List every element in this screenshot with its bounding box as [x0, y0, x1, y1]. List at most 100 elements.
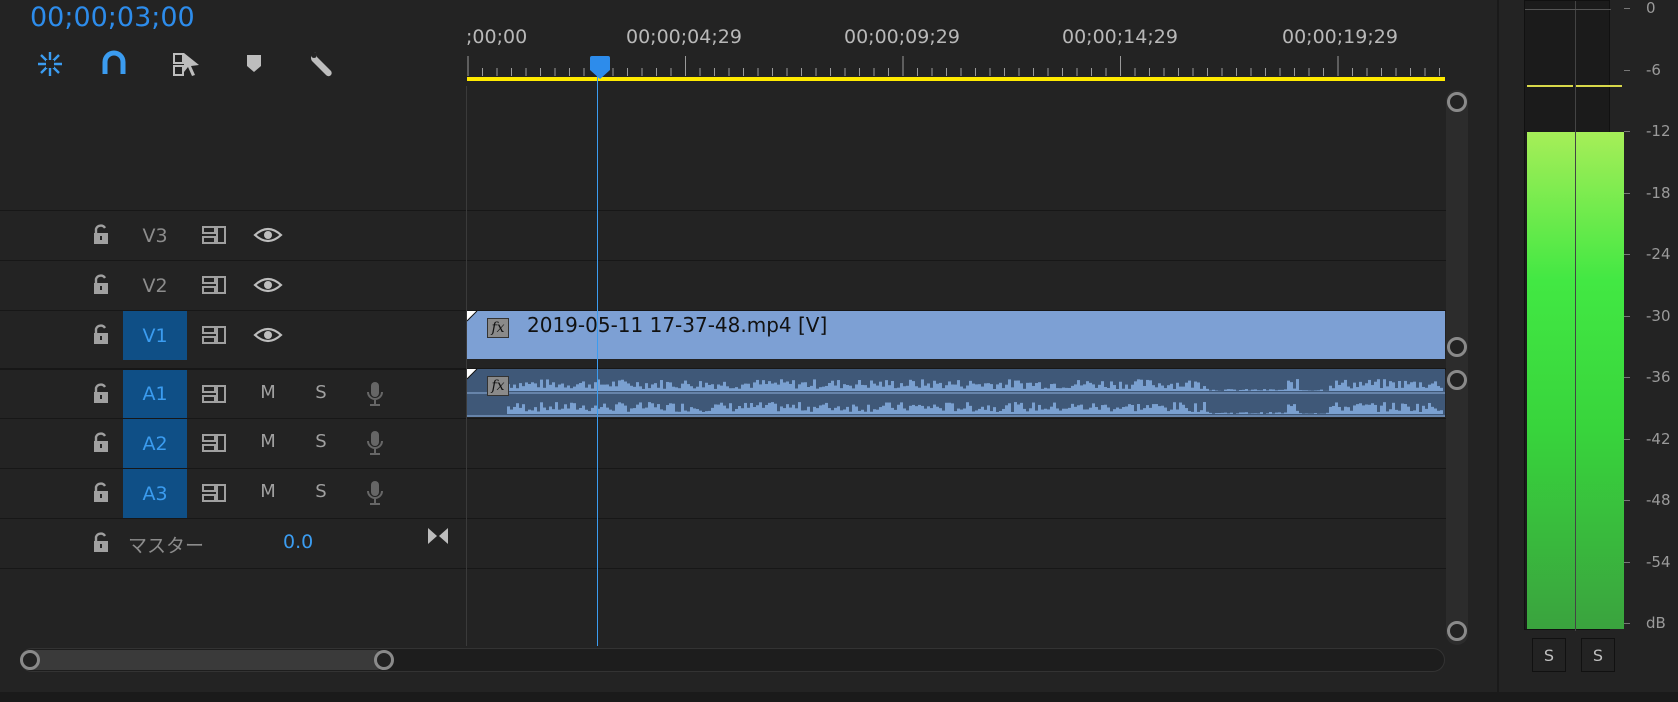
waveform-bar [651, 403, 654, 414]
sync-lock-icon[interactable] [201, 384, 227, 404]
microphone-icon[interactable] [364, 479, 386, 507]
scroll-knob[interactable] [1447, 92, 1467, 112]
microphone-icon[interactable] [364, 380, 386, 408]
waveform-bar [996, 411, 999, 414]
sync-lock-icon[interactable] [201, 225, 227, 245]
lane-master[interactable] [467, 518, 1447, 568]
waveform-bar [711, 407, 714, 414]
waveform-bar [1065, 408, 1068, 414]
waveform-bar [630, 408, 633, 414]
waveform-bar [837, 380, 840, 391]
snap-in-sequence-icon[interactable] [34, 48, 66, 80]
waveform-bar [813, 379, 816, 391]
marker-icon[interactable] [238, 48, 270, 80]
waveform-bar [906, 385, 909, 391]
track-divider [0, 568, 466, 569]
solo-button[interactable]: S [306, 382, 336, 403]
horizontal-scroll-thumb[interactable] [22, 650, 386, 670]
vertical-scrollbar[interactable] [1446, 90, 1468, 645]
master-volume-value[interactable]: 0.0 [283, 531, 313, 553]
sync-lock-icon[interactable] [201, 275, 227, 295]
mute-button[interactable]: M [253, 431, 283, 452]
waveform-bar [1026, 411, 1029, 414]
waveform-bar [780, 379, 783, 391]
waveform-bar [555, 387, 558, 391]
track-name-a3[interactable]: A3 [123, 469, 187, 518]
scroll-knob[interactable] [1447, 337, 1467, 357]
magnet-icon[interactable] [98, 48, 130, 80]
lane-a2[interactable] [467, 418, 1447, 468]
fx-badge[interactable]: fx [487, 318, 509, 338]
microphone-icon[interactable] [364, 429, 386, 457]
waveform-bar [564, 387, 567, 391]
track-name-a2[interactable]: A2 [123, 419, 187, 468]
waveform-bar [828, 408, 831, 414]
mute-button[interactable]: M [253, 481, 283, 502]
go-to-end-icon[interactable] [426, 525, 450, 547]
solo-button[interactable]: S [306, 481, 336, 502]
waveform-bar [1116, 407, 1119, 414]
timeline-area[interactable] [466, 86, 1447, 646]
lock-icon[interactable] [90, 481, 112, 505]
lock-icon[interactable] [90, 531, 112, 555]
waveform-bar [1419, 411, 1422, 414]
lock-icon[interactable] [90, 382, 112, 406]
video-clip[interactable]: fx 2019-05-11 17-37-48.mp4 [V] [467, 311, 1445, 359]
waveform-bar [795, 408, 798, 414]
zoom-handle-right[interactable] [374, 650, 394, 670]
scroll-knob[interactable] [1447, 621, 1467, 641]
fx-badge[interactable]: fx [487, 376, 509, 396]
solo-button[interactable]: S [306, 431, 336, 452]
waveform-bar [687, 384, 690, 391]
solo-right-button[interactable]: S [1581, 638, 1615, 672]
waveform-bar [723, 405, 726, 414]
scroll-knob[interactable] [1447, 370, 1467, 390]
lane-a3[interactable] [467, 468, 1447, 518]
eye-icon[interactable] [253, 225, 283, 245]
waveform-bar [1407, 384, 1410, 391]
waveform-bar [786, 404, 789, 414]
waveform-bar [1422, 386, 1425, 391]
time-ruler[interactable]: ;00;00 00;00;04;29 00;00;09;29 00;00;14;… [466, 20, 1446, 84]
waveform-bar [927, 383, 930, 391]
work-area-bar[interactable] [467, 77, 1445, 81]
sync-lock-icon[interactable] [201, 325, 227, 345]
track-name-a1[interactable]: A1 [123, 370, 187, 418]
lock-icon[interactable] [90, 323, 112, 347]
track-name-v1[interactable]: V1 [123, 311, 187, 360]
lock-icon[interactable] [90, 273, 112, 297]
waveform-bar [762, 407, 765, 414]
waveform-bar [873, 383, 876, 391]
eye-icon[interactable] [253, 325, 283, 345]
lock-icon[interactable] [90, 431, 112, 455]
linked-selection-icon[interactable] [170, 48, 202, 80]
audio-clip[interactable]: fx [467, 369, 1445, 417]
playhead-handle[interactable] [589, 56, 611, 80]
waveform-bar [1284, 389, 1287, 391]
track-name-v3[interactable]: V3 [123, 211, 187, 260]
waveform-bar [750, 387, 753, 391]
sync-lock-icon[interactable] [201, 483, 227, 503]
zoom-handle-left[interactable] [20, 650, 40, 670]
waveform-bar [750, 403, 753, 414]
waveform-bar [1416, 403, 1419, 414]
lane-v3[interactable] [467, 210, 1447, 260]
waveform-bar [834, 407, 837, 414]
sync-lock-icon[interactable] [201, 433, 227, 453]
waveform-bar [1080, 404, 1083, 414]
sequence-timecode[interactable]: 00;00;03;00 [30, 2, 195, 33]
waveform-bar [1431, 383, 1434, 391]
solo-left-button[interactable]: S [1532, 638, 1566, 672]
waveform-bar [645, 407, 648, 414]
waveform-bar [570, 402, 573, 414]
eye-icon[interactable] [253, 275, 283, 295]
track-name-v2[interactable]: V2 [123, 261, 187, 310]
lock-icon[interactable] [90, 223, 112, 247]
wrench-icon[interactable] [306, 48, 338, 80]
waveform-bar [1155, 404, 1158, 414]
waveform-bar [1326, 412, 1329, 414]
waveform-bar [1059, 388, 1062, 391]
mute-button[interactable]: M [253, 382, 283, 403]
lane-v2[interactable] [467, 260, 1447, 310]
waveform-bar [639, 386, 642, 391]
